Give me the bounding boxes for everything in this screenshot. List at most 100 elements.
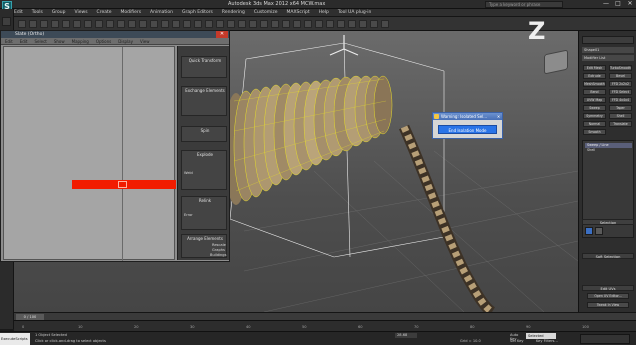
schematic-canvas[interactable] xyxy=(3,46,176,261)
toolbar-tool-icon[interactable] xyxy=(117,20,125,28)
modifier-button[interactable]: Smooth xyxy=(583,129,606,135)
arrange-elements-group[interactable]: Arrange Elements Rescale Graphs Building… xyxy=(181,234,227,258)
object-name-field[interactable]: Shape01 xyxy=(582,47,634,53)
modifier-button[interactable]: TurboSmooth xyxy=(609,65,632,71)
modifier-button[interactable]: FFD 4x4x4 xyxy=(609,97,632,103)
maxscript-listener[interactable]: ExecuteScripts xyxy=(0,333,30,345)
toolbar-tool-icon[interactable] xyxy=(326,20,334,28)
toolbar-tool-icon[interactable] xyxy=(216,20,224,28)
menu-item-tool-ua-plug-in[interactable]: Tool UA plug-in xyxy=(338,9,372,17)
close-button[interactable]: ✕ xyxy=(624,0,636,8)
dialog-title[interactable]: Warning: Isolated Sel... xyxy=(433,113,502,120)
modifier-button[interactable]: FFD Select xyxy=(609,89,632,95)
modifier-button[interactable]: Translate xyxy=(609,121,632,127)
menu-item-help[interactable]: Help xyxy=(319,9,329,17)
toolbar-tool-icon[interactable] xyxy=(84,20,92,28)
track-bar[interactable]: 0 10 20 30 40 50 60 70 80 90 100 xyxy=(14,320,636,331)
key-filters-button[interactable]: Key Filters... xyxy=(536,339,562,344)
search-input[interactable]: Type a keyword or phrase xyxy=(485,1,563,8)
toolbar-tool-icon[interactable] xyxy=(139,20,147,28)
buildings-option[interactable]: Buildings xyxy=(210,253,226,257)
toolbar-tool-icon[interactable] xyxy=(205,20,213,28)
dialog-close-icon[interactable]: ✕ xyxy=(495,113,502,120)
menu-item-maxscript[interactable]: MAXScript xyxy=(287,9,310,17)
modifier-button[interactable]: Edit Mesh xyxy=(583,65,606,71)
maximize-button[interactable]: □ xyxy=(612,0,624,8)
stack-item[interactable]: Shell xyxy=(585,148,632,153)
toolbar-tool-icon[interactable] xyxy=(161,20,169,28)
toolbar-tool-icon[interactable] xyxy=(260,20,268,28)
schem-menu-item[interactable]: Edit xyxy=(20,38,28,45)
quick-transform-group[interactable]: Quick Transform xyxy=(181,56,227,78)
schem-menu-item[interactable]: Show xyxy=(54,38,65,45)
toolbar-tool-icon[interactable] xyxy=(73,20,81,28)
toolbar-tool-icon[interactable] xyxy=(62,20,70,28)
schematic-title[interactable]: Slate (Ortho) xyxy=(1,31,229,38)
schem-menu-item[interactable]: Select xyxy=(35,38,47,45)
spin-group[interactable]: Spin xyxy=(181,126,227,142)
toolbar-tool-icon[interactable] xyxy=(271,20,279,28)
playback-controls[interactable] xyxy=(580,334,630,344)
time-slider[interactable]: 0 / 100 xyxy=(14,312,636,320)
modifier-button[interactable]: Symmetry xyxy=(583,113,606,119)
menu-item-rendering[interactable]: Rendering xyxy=(222,9,245,17)
close-icon[interactable]: ✕ xyxy=(216,31,228,38)
panel-tabs[interactable] xyxy=(582,36,634,44)
schem-menu-item[interactable]: Options xyxy=(96,38,111,45)
menu-item-views[interactable]: Views xyxy=(75,9,88,17)
toolbar-tool-icon[interactable] xyxy=(172,20,180,28)
toolbar-tool-icon[interactable] xyxy=(29,20,37,28)
toolbar-tool-icon[interactable] xyxy=(227,20,235,28)
menu-item-animation[interactable]: Animation xyxy=(150,9,173,17)
modifier-button[interactable]: Extrude xyxy=(583,73,606,79)
menu-item-customize[interactable]: Customize xyxy=(254,9,278,17)
modifier-button[interactable]: Taper xyxy=(609,105,632,111)
toolbar-tool-icon[interactable] xyxy=(40,20,48,28)
toolbar-tool-icon[interactable] xyxy=(315,20,323,28)
toolbar-tool-icon[interactable] xyxy=(183,20,191,28)
menu-item-graph-editors[interactable]: Graph Editors xyxy=(182,9,213,17)
toolbar-tool-icon[interactable] xyxy=(370,20,378,28)
edit-uvs-rollout[interactable]: Edit UVs xyxy=(582,285,634,291)
modifier-button[interactable]: FFD 2x2x2 xyxy=(609,81,632,87)
modifier-button[interactable]: Bend xyxy=(583,89,606,95)
toolbar-tool-icon[interactable] xyxy=(106,20,114,28)
modifier-button[interactable]: Bevel xyxy=(609,73,632,79)
toolbar-tool-icon[interactable] xyxy=(337,20,345,28)
vertex-mode-icon[interactable] xyxy=(585,227,593,235)
schem-menu-item[interactable]: Edit xyxy=(5,38,13,45)
toolbar-tool-icon[interactable] xyxy=(194,20,202,28)
toolbar-tool-icon[interactable] xyxy=(304,20,312,28)
exchange-elements-group[interactable]: Exchange Elements xyxy=(181,86,227,116)
selection-rollout[interactable]: Selection xyxy=(582,219,634,225)
graphs-option[interactable]: Graphs xyxy=(212,248,225,252)
toolbar-tool-icon[interactable] xyxy=(381,20,389,28)
soft-selection-rollout[interactable]: Soft Selection xyxy=(582,253,634,259)
toolbar-tool-icon[interactable] xyxy=(249,20,257,28)
toolbar-tool-icon[interactable] xyxy=(18,20,26,28)
explode-group[interactable]: Explode Weld xyxy=(181,150,227,190)
modifier-list-dropdown[interactable]: Modifier List xyxy=(582,55,634,61)
toolbar-tool-icon[interactable] xyxy=(128,20,136,28)
menu-item-create[interactable]: Create xyxy=(97,9,112,17)
toolbar-tool-icon[interactable] xyxy=(95,20,103,28)
toolbar-tool-icon[interactable] xyxy=(359,20,367,28)
toolbar-tool-icon[interactable] xyxy=(238,20,246,28)
menu-item-tools[interactable]: Tools xyxy=(32,9,43,17)
menu-item-edit[interactable]: Edit xyxy=(14,9,23,17)
menu-item-group[interactable]: Group xyxy=(52,9,66,17)
schem-menu-item[interactable]: View xyxy=(140,38,150,45)
tweak-in-view-button[interactable]: Tweak In View xyxy=(587,302,629,308)
end-isolation-button[interactable]: End Isolation Mode xyxy=(438,125,497,134)
modifier-button[interactable]: MeshSmooth xyxy=(583,81,606,87)
rescale-option[interactable]: Rescale xyxy=(212,243,226,247)
toolbar-tool-icon[interactable] xyxy=(293,20,301,28)
menu-item-modifiers[interactable]: Modifiers xyxy=(121,9,142,17)
modifier-button[interactable]: UVW Map xyxy=(583,97,606,103)
schem-menu-item[interactable]: Display xyxy=(118,38,133,45)
minimize-button[interactable]: — xyxy=(600,0,612,8)
modifier-button[interactable]: Normal xyxy=(583,121,606,127)
relink-group[interactable]: Relink Error xyxy=(181,196,227,230)
schem-menu-item[interactable]: Mapping xyxy=(72,38,89,45)
side-tool-icon[interactable] xyxy=(2,17,11,26)
